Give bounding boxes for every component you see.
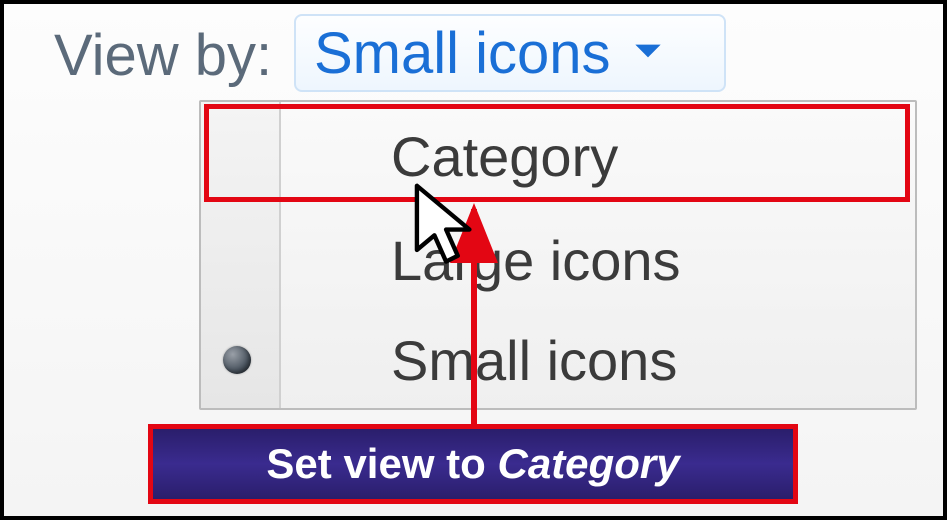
annotation-caption: Set view to Category: [148, 424, 798, 504]
menu-item-small-icons[interactable]: Small icons: [201, 310, 915, 410]
menu-item-label: Large icons: [391, 228, 681, 293]
view-by-dropdown-button[interactable]: Small icons: [294, 14, 726, 92]
caption-text-emphasis: Category: [498, 440, 680, 488]
caption-text-prefix: Set view to: [266, 440, 485, 488]
menu-item-label: Category: [391, 124, 618, 189]
menu-item-label: Small icons: [391, 328, 677, 393]
view-by-label: View by:: [54, 22, 272, 89]
view-by-dropdown-menu: Category Large icons Small icons: [199, 100, 917, 410]
screenshot-frame: View by: Small icons Category Large icon…: [0, 0, 947, 520]
menu-item-large-icons[interactable]: Large icons: [201, 210, 915, 310]
menu-item-category[interactable]: Category: [201, 106, 915, 206]
radio-selected-icon: [223, 346, 251, 374]
view-by-selected-value: Small icons: [314, 20, 611, 87]
chevron-down-icon: [629, 32, 667, 75]
